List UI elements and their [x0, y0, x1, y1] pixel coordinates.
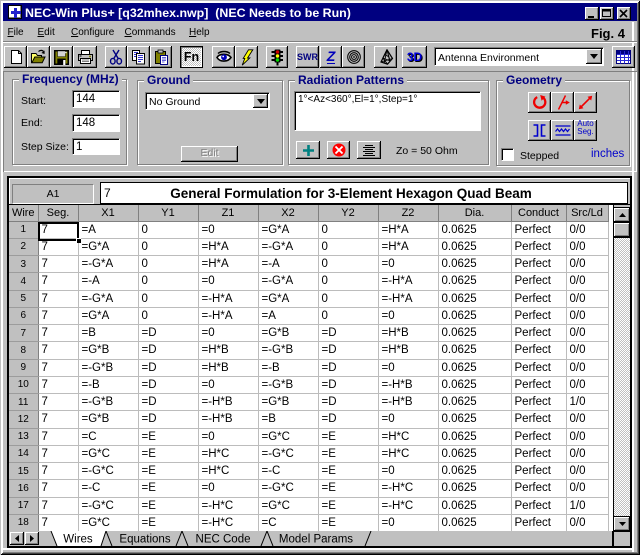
svg-text:NEC Code: NEC Code [196, 534, 251, 546]
svg-text:Model Params: Model Params [279, 534, 353, 546]
svg-text:Wires: Wires [63, 534, 93, 546]
svg-text:Equations: Equations [119, 534, 170, 546]
